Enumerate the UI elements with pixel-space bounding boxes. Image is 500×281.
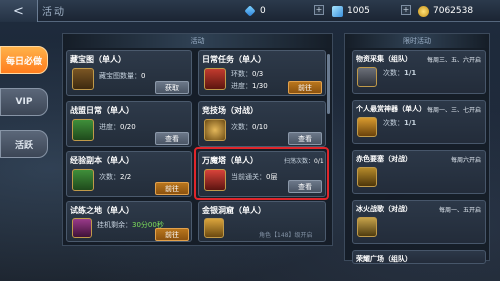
- card-info: 藏宝图数量：0: [99, 72, 146, 80]
- card-guild-daily: 战盟日常（单人） 进度：0/20 查看: [66, 101, 192, 147]
- go-button[interactable]: 前往: [155, 182, 189, 195]
- card-info-2: 进度：1/30: [231, 82, 268, 90]
- event-red-fortress[interactable]: 赤色要塞（对战） 每周六开启: [352, 150, 486, 194]
- gather-icon: [357, 67, 377, 87]
- back-button[interactable]: <: [0, 0, 38, 22]
- tab-vip[interactable]: VIP: [0, 88, 48, 116]
- diamond-value: 0: [260, 6, 266, 16]
- card-exp-dungeon: 经验副本（单人） 次数：2/2 前往: [66, 151, 192, 197]
- back-arrow-icon: <: [13, 3, 24, 19]
- activity-scrollbar[interactable]: [327, 54, 330, 114]
- event-title: 物资采集（组队）: [356, 55, 412, 63]
- tab-daily-label: 每日必做: [5, 56, 42, 67]
- event-ice-fire-battle[interactable]: 冰火战歌（对战） 每周一、五开启: [352, 200, 486, 244]
- tab-daily[interactable]: 每日必做: [0, 46, 48, 74]
- limited-panel-title: 限时活动: [345, 34, 489, 48]
- card-info: 次数：0/10: [231, 123, 268, 131]
- arena-shield-icon: [204, 119, 226, 141]
- diamond-counter: 0: [244, 3, 266, 19]
- guild-money-icon: [72, 119, 94, 141]
- event-days: 每周三、五、六开启: [426, 57, 481, 64]
- crystal-icon: [332, 5, 343, 17]
- event-bounty-artifact[interactable]: 个人悬赏神器（单人） 每周一、三、七开启 次数：1/1: [352, 100, 486, 144]
- gold-cave-icon: [204, 218, 224, 238]
- activity-panel-title: 活动: [63, 34, 332, 48]
- card-info: 挂机剩余：30分00秒: [97, 221, 164, 229]
- highlight-frame: [194, 147, 329, 200]
- event-days: 每周六开启: [450, 157, 481, 164]
- card-treasure-map: 藏宝图（单人） 藏宝图数量：0 获取: [66, 50, 192, 96]
- card-title: 金银洞窟（单人）: [202, 206, 266, 215]
- page-title: 活动: [42, 7, 66, 18]
- crystal-counter: 1005: [332, 3, 370, 19]
- card-title: 竞技场（对战）: [202, 106, 258, 115]
- card-daily-task: 日常任务（单人） 环数：0/3 进度：1/30 前往: [198, 50, 326, 96]
- top-bar: < 活动 0 + 1005 + 7062538: [0, 0, 500, 22]
- exp-book-icon: [72, 169, 94, 191]
- diamond-icon: [244, 5, 256, 17]
- card-trial-ground: 试练之地（单人） 挂机剩余：30分00秒 前往: [66, 201, 192, 242]
- treasure-chest-icon: [357, 117, 377, 137]
- card-title: 日常任务（单人）: [202, 55, 266, 64]
- card-title: 战盟日常（单人）: [70, 106, 134, 115]
- trial-icon: [72, 218, 92, 238]
- card-title: 试练之地（单人）: [70, 206, 134, 215]
- event-title: 个人悬赏神器（单人）: [356, 105, 426, 113]
- event-days: 每周一、五开启: [438, 207, 481, 214]
- card-info: 进度：0/20: [99, 123, 136, 131]
- tab-active[interactable]: 活跃: [0, 130, 48, 158]
- gold-counter: 7062538: [418, 3, 473, 19]
- add-crystal-button[interactable]: +: [401, 5, 411, 15]
- event-info: 次数：1/1: [383, 119, 417, 127]
- event-title: 赤色要塞（对战）: [356, 155, 412, 163]
- crystal-value: 1005: [347, 6, 370, 16]
- gold-coin-icon: [418, 5, 429, 17]
- card-title: 经验副本（单人）: [70, 156, 134, 165]
- event-honor-square[interactable]: 荣耀广场（组队）: [352, 250, 486, 264]
- fortress-icon: [357, 167, 377, 187]
- view-button[interactable]: 查看: [288, 132, 322, 145]
- go-button[interactable]: 前往: [155, 228, 189, 241]
- unlock-level-text: 角色【148】级开启: [259, 232, 313, 239]
- card-gold-cave: 金银洞窟（单人） 角色【148】级开启: [198, 201, 326, 242]
- view-button[interactable]: 查看: [155, 132, 189, 145]
- event-days: 每周一、三、七开启: [426, 107, 481, 114]
- event-resource-gather[interactable]: 物资采集（组队） 每周三、五、六开启 次数：1/1: [352, 50, 486, 94]
- tab-active-label: 活跃: [14, 140, 33, 151]
- gold-value: 7062538: [433, 6, 474, 16]
- ice-fire-shield-icon: [357, 217, 377, 237]
- event-title: 冰火战歌（对战）: [356, 205, 412, 213]
- treasure-map-icon: [72, 68, 94, 90]
- get-button[interactable]: 获取: [155, 81, 189, 94]
- card-info: 环数：0/3: [231, 70, 264, 78]
- add-diamond-button[interactable]: +: [314, 5, 324, 15]
- tab-vip-label: VIP: [15, 97, 33, 107]
- event-title: 荣耀广场（组队）: [356, 255, 412, 263]
- scroll-task-icon: [204, 68, 226, 90]
- card-info: 次数：2/2: [99, 173, 132, 181]
- event-info: 次数：1/1: [383, 69, 417, 77]
- card-arena: 竞技场（对战） 次数：0/10 查看: [198, 101, 326, 147]
- go-button[interactable]: 前往: [288, 81, 322, 94]
- card-title: 藏宝图（单人）: [70, 55, 126, 64]
